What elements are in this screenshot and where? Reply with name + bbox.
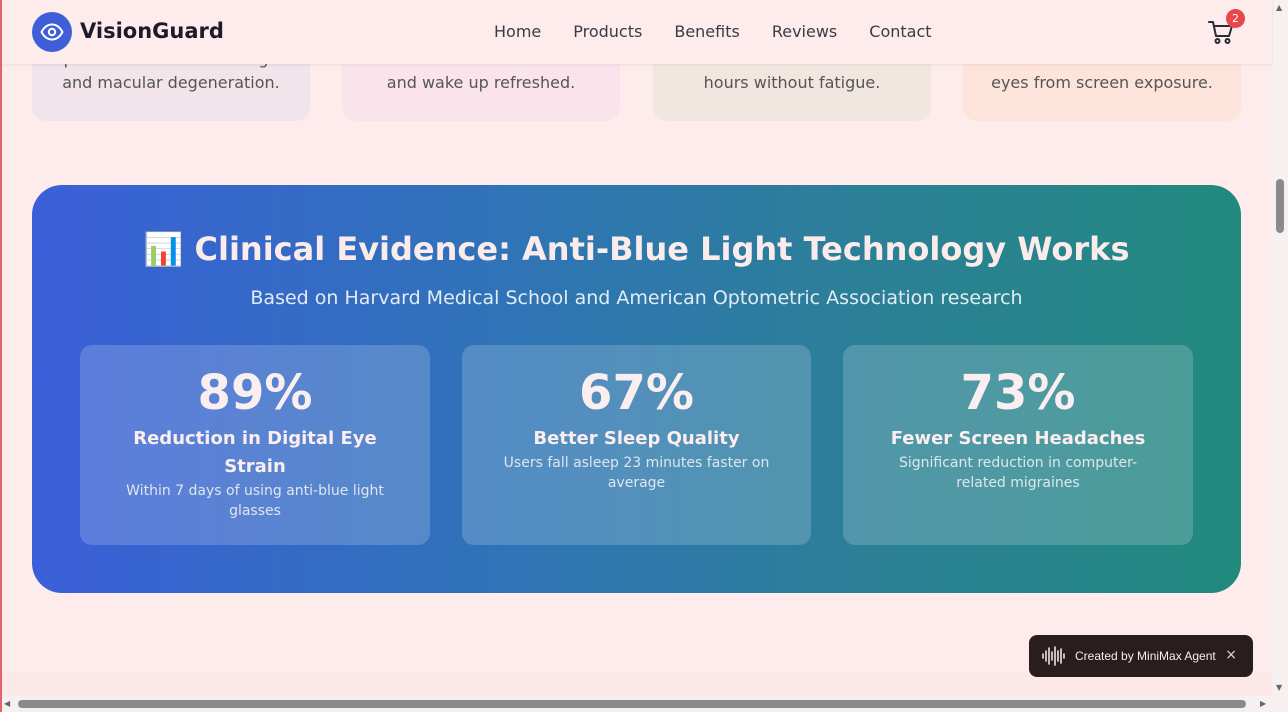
vertical-scrollbar[interactable]: ▲ ▼ bbox=[1272, 0, 1288, 696]
cart-count-badge: 2 bbox=[1226, 9, 1245, 28]
stat-value: 67% bbox=[579, 365, 694, 421]
stat-card: 89% Reduction in Digital Eye Strain With… bbox=[80, 345, 430, 545]
benefit-card-text: eyes from screen exposure. bbox=[991, 73, 1213, 92]
section-title-text: Clinical Evidence: Anti-Blue Light Techn… bbox=[194, 230, 1130, 268]
stat-description: Within 7 days of using anti-blue light g… bbox=[126, 483, 384, 519]
stat-description: Significant reduction in computer-relate… bbox=[898, 455, 1137, 491]
nav-home[interactable]: Home bbox=[478, 20, 557, 44]
stat-label: Reduction in Digital Eye Strain bbox=[133, 428, 377, 477]
waveform-icon bbox=[1042, 646, 1065, 666]
stat-description: Users fall asleep 23 minutes faster on a… bbox=[503, 455, 770, 491]
stat-label: Better Sleep Quality bbox=[533, 428, 740, 449]
scroll-left-icon[interactable]: ◀ bbox=[4, 699, 10, 708]
section-subtitle: Based on Harvard Medical School and Amer… bbox=[250, 287, 1023, 309]
stat-value: 89% bbox=[197, 365, 313, 421]
stat-card: 67% Better Sleep Quality Users fall asle… bbox=[462, 345, 811, 545]
section-title: 📊 Clinical Evidence: Anti-Blue Light Tec… bbox=[32, 230, 1241, 268]
scrollbar-corner bbox=[1272, 696, 1288, 712]
close-icon[interactable]: × bbox=[1225, 647, 1237, 663]
made-with-toast[interactable]: Created by MiniMax Agent × bbox=[1029, 635, 1253, 677]
benefit-card-text: and wake up refreshed. bbox=[386, 73, 576, 92]
brand-name[interactable]: VisionGuard bbox=[80, 19, 224, 43]
site-header: VisionGuard Home Products Benefits Revie… bbox=[0, 0, 1272, 64]
logo-badge[interactable] bbox=[32, 12, 72, 52]
eye-icon bbox=[40, 23, 64, 41]
toast-text: Created by MiniMax Agent bbox=[1075, 649, 1216, 663]
stat-value: 73% bbox=[960, 365, 1076, 421]
nav-products[interactable]: Products bbox=[557, 20, 658, 44]
stat-label: Fewer Screen Headaches bbox=[890, 428, 1146, 449]
scroll-up-icon[interactable]: ▲ bbox=[1276, 3, 1282, 12]
main-nav: Home Products Benefits Reviews Contact bbox=[478, 20, 948, 44]
nav-reviews[interactable]: Reviews bbox=[756, 20, 853, 44]
window-border bbox=[0, 0, 2, 712]
vertical-scroll-thumb[interactable] bbox=[1276, 179, 1284, 233]
scroll-down-icon[interactable]: ▼ bbox=[1276, 683, 1282, 692]
chart-emoji-icon: 📊 bbox=[143, 230, 184, 268]
benefit-card-text: hours without fatigue. bbox=[703, 73, 881, 92]
scroll-right-icon[interactable]: ▶ bbox=[1260, 699, 1266, 708]
nav-benefits[interactable]: Benefits bbox=[658, 20, 756, 44]
nav-contact[interactable]: Contact bbox=[853, 20, 947, 44]
stat-card: 73% Fewer Screen Headaches Significant r… bbox=[843, 345, 1193, 545]
horizontal-scroll-thumb[interactable] bbox=[18, 700, 1246, 708]
clinical-evidence-section: 📊 Clinical Evidence: Anti-Blue Light Tec… bbox=[32, 185, 1241, 593]
